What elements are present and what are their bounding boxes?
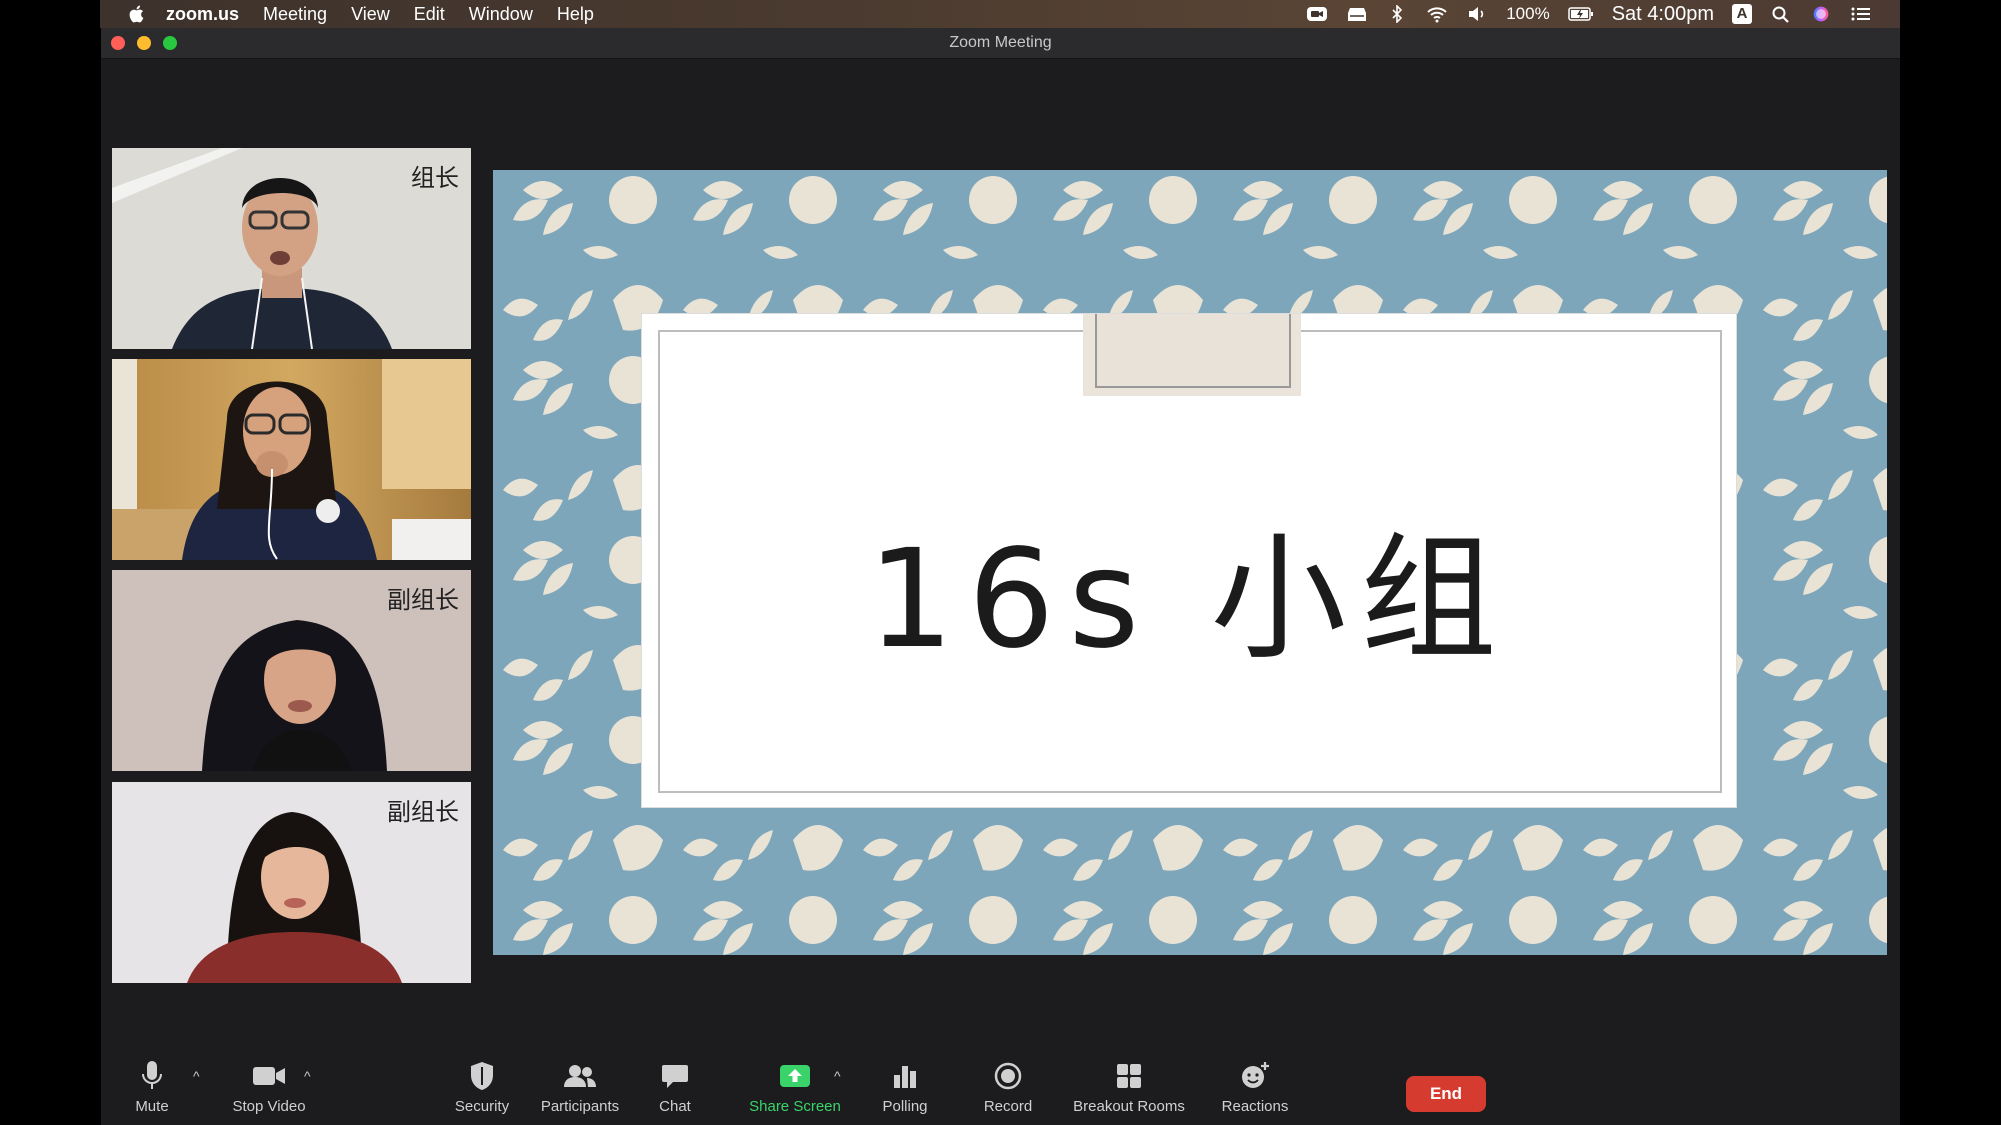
security-label: Security (454, 1098, 510, 1115)
video-options-chevron-icon[interactable]: ^ (304, 1068, 311, 1084)
share-screen-button[interactable]: Share Screen (745, 1058, 845, 1115)
slide-content-card: 16s 小组 (642, 314, 1736, 807)
zoom-status-icon[interactable] (1306, 5, 1328, 23)
shield-icon (471, 1062, 493, 1090)
notification-center-icon[interactable] (1850, 5, 1872, 23)
menu-meeting[interactable]: Meeting (263, 4, 327, 25)
bluetooth-icon[interactable] (1386, 5, 1408, 23)
polling-button[interactable]: Polling (875, 1058, 935, 1115)
participants-button[interactable]: Participants (535, 1058, 625, 1115)
wifi-icon[interactable] (1426, 5, 1448, 23)
window-titlebar[interactable]: Zoom Meeting (101, 28, 1900, 59)
slide-title: 16s 小组 (867, 521, 1511, 679)
polling-label: Polling (882, 1098, 928, 1115)
menubar-clock[interactable]: Sat 4:00pm (1612, 3, 1714, 26)
mute-button[interactable]: Mute (127, 1058, 177, 1115)
bar-chart-icon (894, 1066, 916, 1088)
reactions-label: Reactions (1221, 1098, 1289, 1115)
participant-video-feed (112, 359, 471, 560)
zoom-meeting-window: Zoom Meeting 组长 副组长 副组长 16s 小组 Mute ^ St… (101, 28, 1900, 1125)
battery-percent: 100% (1506, 4, 1550, 23)
share-screen-label: Share Screen (749, 1098, 841, 1115)
window-title: Zoom Meeting (949, 34, 1052, 51)
share-screen-icon (780, 1065, 810, 1087)
apple-icon[interactable] (126, 3, 148, 25)
participants-icon (564, 1065, 596, 1087)
menu-help[interactable]: Help (557, 4, 594, 25)
microphone-icon (142, 1061, 162, 1089)
shared-screen-slide[interactable]: 16s 小组 (493, 170, 1887, 955)
battery-icon[interactable] (1567, 5, 1594, 23)
stop-video-label: Stop Video (232, 1098, 306, 1115)
participant-name-label: 副组长 (387, 798, 459, 826)
menu-view[interactable]: View (351, 4, 390, 25)
participants-label: Participants (540, 1098, 620, 1115)
participant-video-tile[interactable] (112, 359, 471, 560)
video-camera-icon (253, 1067, 285, 1085)
meeting-controls-toolbar: Mute ^ Stop Video ^ Security Participant… (101, 1050, 1900, 1125)
smiley-add-icon (1242, 1062, 1269, 1088)
menu-window[interactable]: Window (469, 4, 533, 25)
security-button[interactable]: Security (447, 1058, 517, 1115)
input-source-indicator[interactable]: A (1732, 4, 1752, 24)
participant-video-tile[interactable]: 副组长 (112, 570, 471, 771)
drive-icon[interactable] (1346, 5, 1368, 23)
volume-icon[interactable] (1466, 5, 1488, 23)
menu-edit[interactable]: Edit (414, 4, 445, 25)
spotlight-search-icon[interactable] (1770, 5, 1792, 23)
end-meeting-button[interactable]: End (1406, 1076, 1486, 1112)
reactions-button[interactable]: Reactions (1215, 1058, 1295, 1115)
siri-icon[interactable] (1810, 5, 1832, 23)
slide-tab-decoration (1083, 314, 1301, 396)
menu-bar: zoom.us Meeting View Edit Window Help 10… (100, 0, 1900, 28)
participant-video-tile[interactable]: 副组长 (112, 782, 471, 983)
mute-label: Mute (135, 1098, 169, 1115)
record-button[interactable]: Record (978, 1058, 1038, 1115)
chat-button[interactable]: Chat (650, 1058, 700, 1115)
menu-app-name[interactable]: zoom.us (166, 4, 239, 25)
record-icon (994, 1062, 1022, 1090)
stop-video-button[interactable]: Stop Video (224, 1058, 314, 1115)
participant-name-label: 副组长 (387, 586, 459, 614)
record-label: Record (983, 1098, 1033, 1115)
breakout-rooms-label: Breakout Rooms (1073, 1098, 1185, 1115)
chat-label: Chat (659, 1098, 691, 1115)
breakout-rooms-button[interactable]: Breakout Rooms (1069, 1058, 1189, 1115)
participant-video-tile[interactable]: 组长 (112, 148, 471, 349)
breakout-rooms-icon (1117, 1064, 1141, 1088)
chat-bubble-icon (662, 1065, 688, 1088)
share-options-chevron-icon[interactable]: ^ (834, 1068, 841, 1084)
audio-options-chevron-icon[interactable]: ^ (193, 1068, 200, 1084)
participant-name-label: 组长 (411, 164, 459, 192)
